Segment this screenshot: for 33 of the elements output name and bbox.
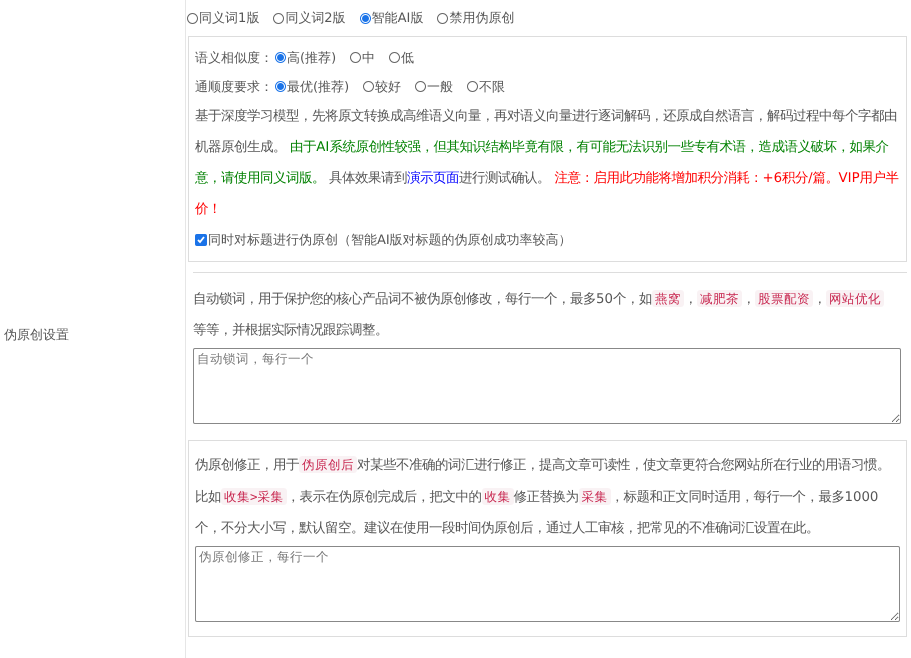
radio-button[interactable] bbox=[360, 12, 371, 24]
radio-option[interactable]: 一般 bbox=[415, 78, 454, 96]
radio-option[interactable]: 高(推荐) bbox=[275, 48, 336, 66]
radio-button[interactable] bbox=[350, 52, 362, 63]
description-text: 伪原创修正，用于 伪原创后 对某些不准确的词汇进行修正，提高文章可读性，使文章更符合您网站所在行业的用语习惯。比如 收集>采集 ，表示在伪原创完成后，把文中的 收集 修正替换为 采集 ，标题和正文同时适用，每行一个，最多1000个，不分大小写，默认留空。建议在使用一段时间伪原创后，通过人工审核，把常见的不准确词汇设置在此。 bbox=[195, 455, 891, 538]
radio-option[interactable]: 低 bbox=[389, 48, 414, 66]
radio-button[interactable] bbox=[467, 81, 478, 92]
radio-button[interactable] bbox=[389, 52, 400, 63]
radio-button[interactable] bbox=[275, 52, 286, 63]
option-label: 通顺度要求： bbox=[195, 78, 273, 96]
checkbox[interactable] bbox=[195, 234, 207, 246]
title-rewrite-option[interactable]: 同时对标题进行伪原创（智能AI版对标题的伪原创成功率较高） bbox=[195, 225, 900, 255]
option-label: 语义相似度： bbox=[195, 50, 273, 66]
radio-option[interactable]: 较好 bbox=[363, 78, 402, 96]
mode-option[interactable]: 智能AI版 bbox=[360, 9, 424, 27]
description-text: 自动锁词，用于保护您的核心产品词不被伪原创修改，每行一个，最多50个，如 燕窝 ， 减肥茶 ， 股票配资 ， 网站优化 等等，并根据实际情况跟踪调整。 bbox=[193, 283, 901, 346]
demo-page-link[interactable]: 演示页面 bbox=[407, 171, 460, 186]
mode-option[interactable]: 同义词2版 bbox=[273, 9, 346, 27]
lock-words-field[interactable]: 自动锁词，每行一个 bbox=[193, 348, 901, 424]
radio-button[interactable] bbox=[437, 12, 448, 24]
mode-option[interactable]: 同义词1版 bbox=[187, 9, 260, 27]
radio-option[interactable]: 不限 bbox=[467, 78, 506, 96]
radio-option[interactable]: 中 bbox=[350, 48, 376, 66]
corrections-field[interactable]: 伪原创修正，每行一个 bbox=[195, 546, 900, 622]
radio-button[interactable] bbox=[275, 81, 286, 92]
radio-button[interactable] bbox=[187, 12, 198, 24]
radio-button[interactable] bbox=[415, 81, 426, 92]
radio-button[interactable] bbox=[363, 81, 374, 92]
radio-option[interactable]: 最优(推荐) bbox=[275, 78, 350, 96]
description-text: 基于深度学习模型，先将原文转换成高维语义向量，再对语义向量进行逐词解码，还原成自然语言，解码过程中每个字都由机器原创生成。 由于AI系统原创性较强，但其知识结构毕竟有限，有可能无法识别一些专有术语，造成语义破坏，如果介意，请使用同义词版。 具体效果请到演示页面进行测试确认。 注意：启用此功能将增加积分消耗：+6积分/篇。VIP用户半价！ bbox=[195, 108, 900, 219]
row-label: 伪原创设置 bbox=[3, 327, 69, 344]
mode-option[interactable]: 禁用伪原创 bbox=[437, 9, 514, 27]
radio-button[interactable] bbox=[273, 12, 284, 24]
